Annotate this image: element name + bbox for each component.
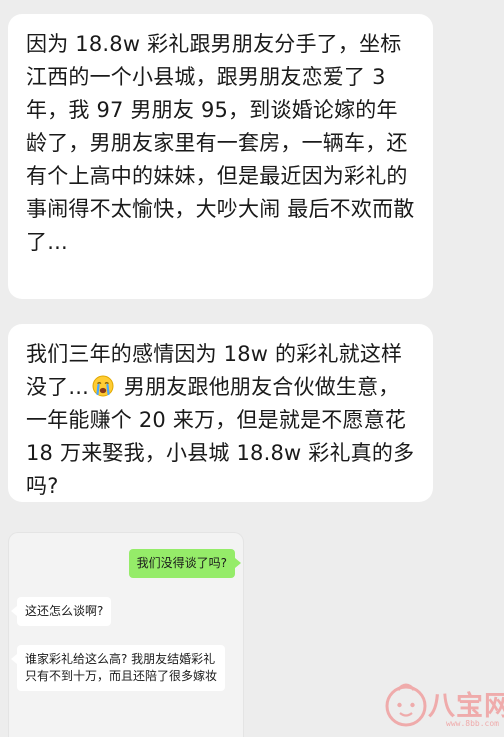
chat-message-sent: 我们没得谈了吗? [128, 549, 242, 578]
chat-message-text: 这还怎么谈啊? [25, 604, 104, 618]
chat-message-received: 谁家彩礼给这么高? 我朋友结婚彩礼只有不到十万，而且还陪了很多嫁妆 [11, 645, 225, 691]
chat-message-text: 我们没得谈了吗? [136, 556, 227, 570]
watermark-text: 八宝网 [428, 691, 504, 722]
chat-message-text: 谁家彩礼给这么高? 我朋友结婚彩礼只有不到十万，而且还陪了很多嫁妆 [25, 652, 218, 683]
post-bubble-1: 因为 18.8w 彩礼跟男朋友分手了，坐标江西的一个小县城，跟男朋友恋爱了 3 … [8, 14, 433, 299]
watermark-url: www.8bb.com [446, 719, 499, 728]
crying-face-emoji-icon [92, 375, 114, 397]
embedded-chat-screenshot: 我们没得谈了吗? 这还怎么谈啊? 谁家彩礼给这么高? 我朋友结婚彩礼只有不到十万… [8, 532, 244, 737]
post-bubble-2: 我们三年的感情因为 18w 的彩礼就这样没了... 男朋友跟他朋友合伙做生意，一… [8, 324, 433, 502]
chat-message-received: 这还怎么谈啊? [10, 597, 112, 626]
baby-face-logo-icon [385, 683, 427, 727]
post-1-text: 因为 18.8w 彩礼跟男朋友分手了，坐标江西的一个小县城，跟男朋友恋爱了 3 … [26, 32, 415, 254]
site-watermark: 八宝网 www.8bb.com [384, 676, 504, 734]
